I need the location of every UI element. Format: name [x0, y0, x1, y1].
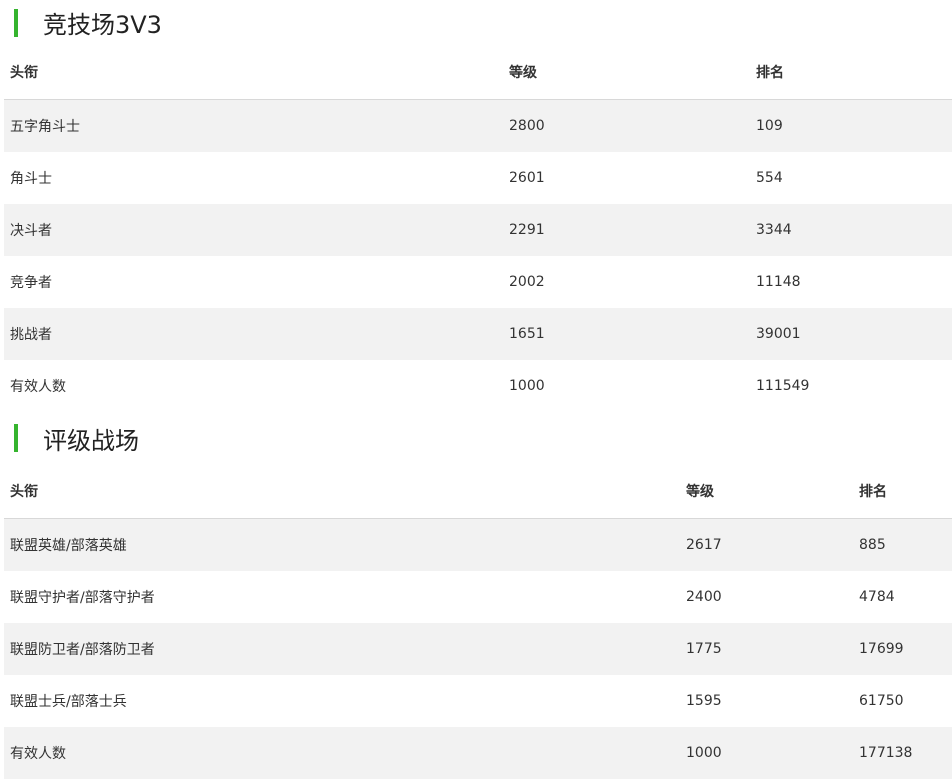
cell-rating: 2800 [503, 99, 750, 152]
cell-rating: 2291 [503, 204, 750, 256]
table-header-row: 头衔 等级 排名 [4, 464, 952, 519]
cell-rating: 2601 [509, 170, 545, 186]
cell-title: 联盟士兵/部落士兵 [10, 694, 127, 710]
cell-title: 决斗者 [4, 204, 503, 256]
cell-rating: 1775 [680, 623, 853, 675]
rated-bg-title-text: 评级战场 [43, 426, 139, 455]
cell-title: 角斗士 [10, 171, 52, 187]
header-title: 头衔 [4, 45, 503, 100]
cell-title: 有效人数 [10, 379, 66, 395]
cell-title: 五字角斗士 [4, 99, 503, 152]
table-row: 竞争者 2002 11148 [4, 256, 952, 308]
cell-rank: 4784 [859, 589, 895, 605]
table-row: 五字角斗士 2800 109 [4, 99, 952, 152]
cell-rank: 177138 [853, 727, 952, 779]
header-rating: 等级 [680, 464, 853, 519]
cell-rating: 1651 [503, 308, 750, 360]
header-rating: 等级 [503, 45, 750, 100]
cell-rank: 61750 [859, 693, 904, 709]
table-row: 联盟防卫者/部落防卫者 1775 17699 [4, 623, 952, 675]
header-rank: 排名 [853, 464, 952, 519]
arena-table: 头衔 等级 排名 五字角斗士 2800 109 角斗士 2601 554 决斗者… [4, 45, 952, 412]
table-row: 角斗士 2601 554 [4, 152, 952, 204]
table-row: 决斗者 2291 3344 [4, 204, 952, 256]
cell-rank: 885 [853, 518, 952, 571]
cell-rank: 11148 [756, 274, 801, 290]
cell-rank: 111549 [756, 378, 810, 394]
cell-rank: 17699 [853, 623, 952, 675]
table-row: 联盟英雄/部落英雄 2617 885 [4, 518, 952, 571]
cell-title: 挑战者 [4, 308, 503, 360]
title-accent-bar [14, 424, 18, 452]
table-header-row: 头衔 等级 排名 [4, 45, 952, 100]
table-row: 挑战者 1651 39001 [4, 308, 952, 360]
cell-title: 联盟英雄/部落英雄 [4, 518, 680, 571]
cell-rating: 2002 [509, 274, 545, 290]
table-row: 联盟士兵/部落士兵 1595 61750 [4, 675, 952, 727]
arena-section-title: 竞技场3V3 [0, 0, 952, 45]
cell-rating: 1000 [680, 727, 853, 779]
cell-rating: 2617 [680, 518, 853, 571]
rated-bg-section-title: 评级战场 [0, 412, 952, 464]
cell-rank: 39001 [750, 308, 952, 360]
rated-bg-table: 头衔 等级 排名 联盟英雄/部落英雄 2617 885 联盟守护者/部落守护者 … [4, 464, 952, 779]
table-row: 联盟守护者/部落守护者 2400 4784 [4, 571, 952, 623]
cell-rating: 2400 [686, 589, 722, 605]
cell-rating: 1000 [509, 378, 545, 394]
cell-rank: 3344 [750, 204, 952, 256]
cell-title: 有效人数 [4, 727, 680, 779]
cell-rating: 1595 [686, 693, 722, 709]
title-accent-bar [14, 8, 18, 37]
cell-rank: 554 [756, 170, 783, 186]
table-row: 有效人数 1000 177138 [4, 727, 952, 779]
cell-title: 联盟守护者/部落守护者 [10, 590, 155, 606]
table-row: 有效人数 1000 111549 [4, 360, 952, 412]
cell-title: 联盟防卫者/部落防卫者 [4, 623, 680, 675]
cell-rank: 109 [750, 99, 952, 152]
header-title: 头衔 [4, 464, 680, 519]
arena-title-text: 竞技场3V3 [43, 11, 162, 39]
header-rank: 排名 [750, 45, 952, 100]
cell-title: 竞争者 [10, 275, 52, 291]
